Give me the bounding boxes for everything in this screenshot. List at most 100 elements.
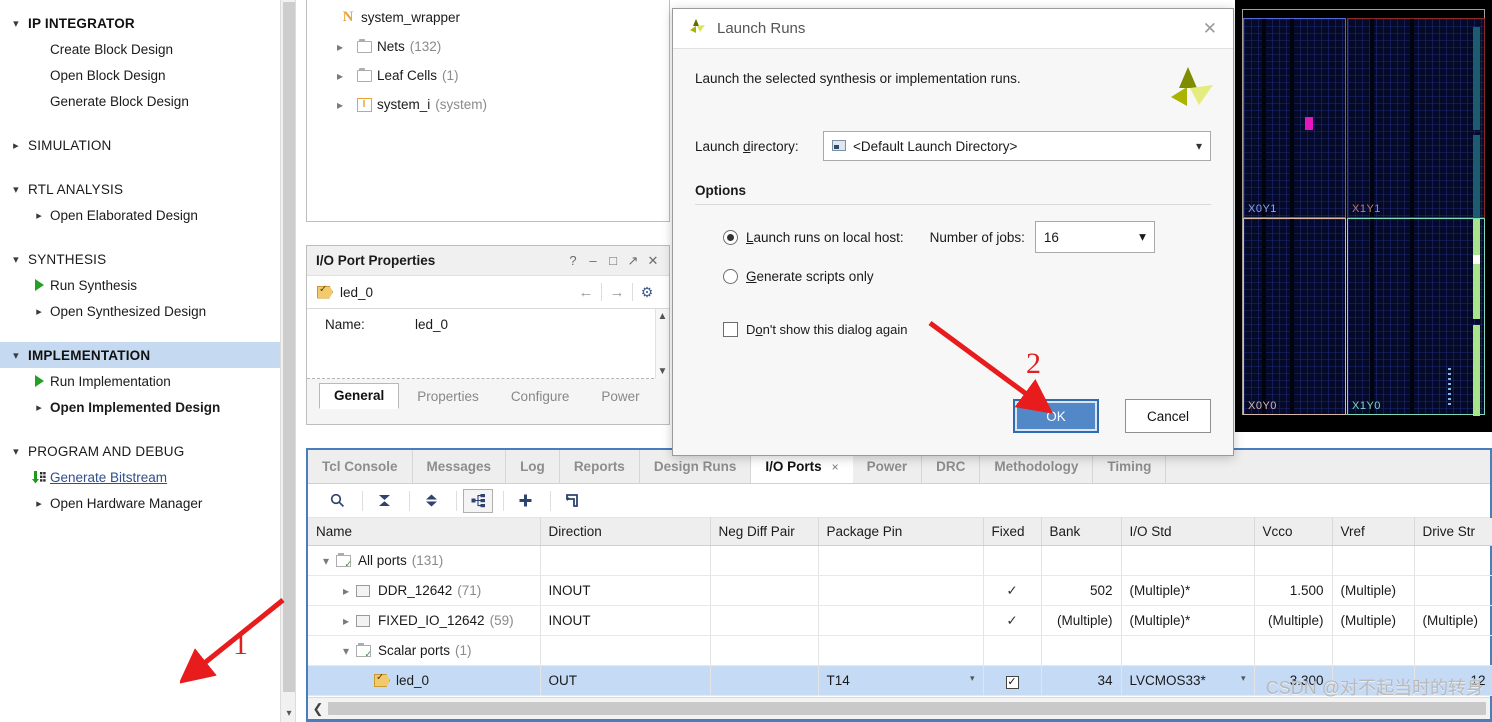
- chevron-right-icon[interactable]: ▸: [28, 305, 50, 318]
- chevron-down-icon[interactable]: ▾: [281, 704, 297, 722]
- cell-name[interactable]: ▸ FIXED_IO_12642 (59): [308, 605, 541, 636]
- table-row[interactable]: ▾ Scalar ports (1): [308, 635, 1492, 666]
- auto-assign-icon[interactable]: [557, 489, 587, 513]
- device-quadrant-x1y1[interactable]: X1Y1: [1347, 18, 1485, 227]
- tree-row-system-i[interactable]: ▸ I system_i (system): [307, 90, 669, 119]
- chevron-right-icon[interactable]: ▸: [28, 497, 50, 510]
- tree-row-leaf-cells[interactable]: ▸ Leaf Cells (1): [307, 61, 669, 90]
- device-quadrant-x0y1[interactable]: X0Y1: [1243, 18, 1346, 218]
- flow-section-synthesis[interactable]: ▾ SYNTHESIS: [0, 246, 280, 272]
- chevron-down-icon[interactable]: ▾: [336, 644, 356, 658]
- column-header-io-std[interactable]: I/O Std: [1121, 518, 1255, 546]
- chevron-down-icon[interactable]: ▼: [658, 366, 668, 377]
- dont-show-again-checkbox[interactable]: [723, 322, 738, 337]
- gear-icon[interactable]: ⚙: [633, 284, 661, 301]
- column-header-drive-str[interactable]: Drive Str: [1414, 518, 1492, 546]
- flow-item-run-synthesis[interactable]: Run Synthesis: [0, 272, 280, 298]
- chevron-down-icon[interactable]: ▾: [1196, 139, 1202, 153]
- cell-fixed[interactable]: ✓: [983, 665, 1042, 696]
- chevron-down-icon[interactable]: ▾: [316, 554, 336, 568]
- chevron-right-icon[interactable]: ▸: [4, 139, 28, 152]
- column-header-direction[interactable]: Direction: [540, 518, 711, 546]
- chevron-right-icon[interactable]: ▸: [329, 40, 351, 54]
- chevron-down-icon[interactable]: ▾: [4, 445, 28, 458]
- flow-section-program-and-debug[interactable]: ▾ PROGRAM AND DEBUG: [0, 438, 280, 464]
- chevron-down-icon[interactable]: ▾: [1139, 229, 1146, 245]
- column-header-neg-diff-pair[interactable]: Neg Diff Pair: [710, 518, 819, 546]
- table-row[interactable]: ▾ All ports (131): [308, 545, 1492, 576]
- flow-item-open-elaborated-design[interactable]: ▸ Open Elaborated Design: [0, 202, 280, 228]
- cell-name[interactable]: led_0: [308, 665, 541, 696]
- nav-forward-icon[interactable]: →: [602, 284, 632, 301]
- radio-launch-local-host[interactable]: [723, 229, 738, 245]
- flow-item-create-block-design[interactable]: Create Block Design: [0, 36, 280, 62]
- close-icon[interactable]: ✕: [643, 253, 663, 269]
- column-header-name[interactable]: Name: [308, 518, 541, 546]
- chevron-right-icon[interactable]: ▸: [329, 98, 351, 112]
- radio-generate-scripts-only[interactable]: [723, 269, 738, 284]
- flow-section-ip-integrator[interactable]: ▾ IP INTEGRATOR: [0, 10, 280, 36]
- tab-log[interactable]: Log: [506, 450, 560, 483]
- chevron-right-icon[interactable]: ▸: [28, 401, 50, 414]
- tab-properties[interactable]: Properties: [403, 385, 493, 409]
- hierarchy-icon[interactable]: [463, 488, 493, 513]
- flow-item-open-implemented-design[interactable]: ▸ Open Implemented Design: [0, 394, 280, 420]
- device-quadrant-x0y0[interactable]: X0Y0: [1243, 218, 1346, 415]
- flow-item-open-hardware-manager[interactable]: ▸ Open Hardware Manager: [0, 490, 280, 516]
- expand-all-icon[interactable]: [416, 489, 446, 513]
- chevron-left-icon[interactable]: ❮: [308, 701, 328, 717]
- tab-power[interactable]: Power: [587, 385, 653, 409]
- chevron-down-icon[interactable]: ▾: [4, 349, 28, 362]
- cancel-button[interactable]: Cancel: [1125, 399, 1211, 433]
- flow-navigator-scrollbar[interactable]: ▾: [280, 0, 296, 722]
- chevron-down-icon[interactable]: ▾: [1241, 673, 1246, 684]
- panel-vertical-scrollbar[interactable]: ▲ ▼: [655, 309, 669, 379]
- tab-general[interactable]: General: [319, 383, 400, 409]
- launch-directory-combobox[interactable]: <Default Launch Directory> ▾: [823, 131, 1211, 161]
- chevron-up-icon[interactable]: ▲: [658, 311, 668, 322]
- flow-item-generate-bitstream[interactable]: Generate Bitstream: [0, 464, 280, 490]
- flow-item-open-block-design[interactable]: Open Block Design: [0, 62, 280, 88]
- float-icon[interactable]: ↗: [623, 253, 643, 269]
- tab-reports[interactable]: Reports: [560, 450, 640, 483]
- tab-messages[interactable]: Messages: [413, 450, 507, 483]
- help-icon[interactable]: ?: [563, 253, 583, 268]
- close-icon[interactable]: ✕: [1197, 19, 1223, 39]
- minimize-icon[interactable]: –: [583, 253, 603, 268]
- flow-section-implementation[interactable]: ▾ IMPLEMENTATION: [0, 342, 280, 368]
- cell-io-std[interactable]: LVCMOS33* ▾: [1121, 665, 1255, 696]
- flow-section-simulation[interactable]: ▸ SIMULATION: [0, 132, 280, 158]
- chevron-down-icon[interactable]: ▾: [970, 673, 975, 684]
- column-header-package-pin[interactable]: Package Pin: [818, 518, 984, 546]
- chevron-right-icon[interactable]: ▸: [336, 614, 356, 628]
- close-icon[interactable]: ×: [832, 460, 839, 474]
- search-icon[interactable]: [322, 489, 352, 513]
- chevron-right-icon[interactable]: ▸: [329, 69, 351, 83]
- column-header-bank[interactable]: Bank: [1041, 518, 1122, 546]
- flow-item-open-synthesized-design[interactable]: ▸ Open Synthesized Design: [0, 298, 280, 324]
- column-header-vcco[interactable]: Vcco: [1254, 518, 1333, 546]
- ok-button[interactable]: OK: [1013, 399, 1099, 433]
- column-header-vref[interactable]: Vref: [1332, 518, 1415, 546]
- cell-package-pin[interactable]: T14 ▾: [818, 665, 984, 696]
- chevron-right-icon[interactable]: ▸: [336, 584, 356, 598]
- collapse-all-icon[interactable]: [369, 489, 399, 513]
- add-icon[interactable]: [510, 489, 540, 513]
- flow-section-rtl-analysis[interactable]: ▾ RTL ANALYSIS: [0, 176, 280, 202]
- cell-name[interactable]: ▾ All ports (131): [308, 545, 541, 576]
- scrollbar-thumb[interactable]: [283, 2, 295, 692]
- number-of-jobs-combobox[interactable]: 16 ▾: [1034, 221, 1155, 253]
- cell-name[interactable]: ▾ Scalar ports (1): [308, 635, 541, 666]
- tree-row-system-wrapper[interactable]: N system_wrapper: [307, 3, 669, 32]
- cell-fixed[interactable]: ✓: [983, 605, 1042, 636]
- chevron-down-icon[interactable]: ▾: [4, 183, 28, 196]
- flow-item-generate-block-design[interactable]: Generate Block Design: [0, 88, 280, 114]
- chevron-down-icon[interactable]: ▾: [4, 17, 28, 30]
- tree-row-nets[interactable]: ▸ Nets (132): [307, 32, 669, 61]
- cell-name[interactable]: ▸ DDR_12642 (71): [308, 575, 541, 606]
- tab-tcl-console[interactable]: Tcl Console: [308, 450, 413, 483]
- tab-configure[interactable]: Configure: [497, 385, 584, 409]
- cell-fixed[interactable]: ✓: [983, 575, 1042, 606]
- chevron-right-icon[interactable]: ▸: [28, 209, 50, 222]
- table-horizontal-scrollbar[interactable]: ❮: [308, 697, 1490, 719]
